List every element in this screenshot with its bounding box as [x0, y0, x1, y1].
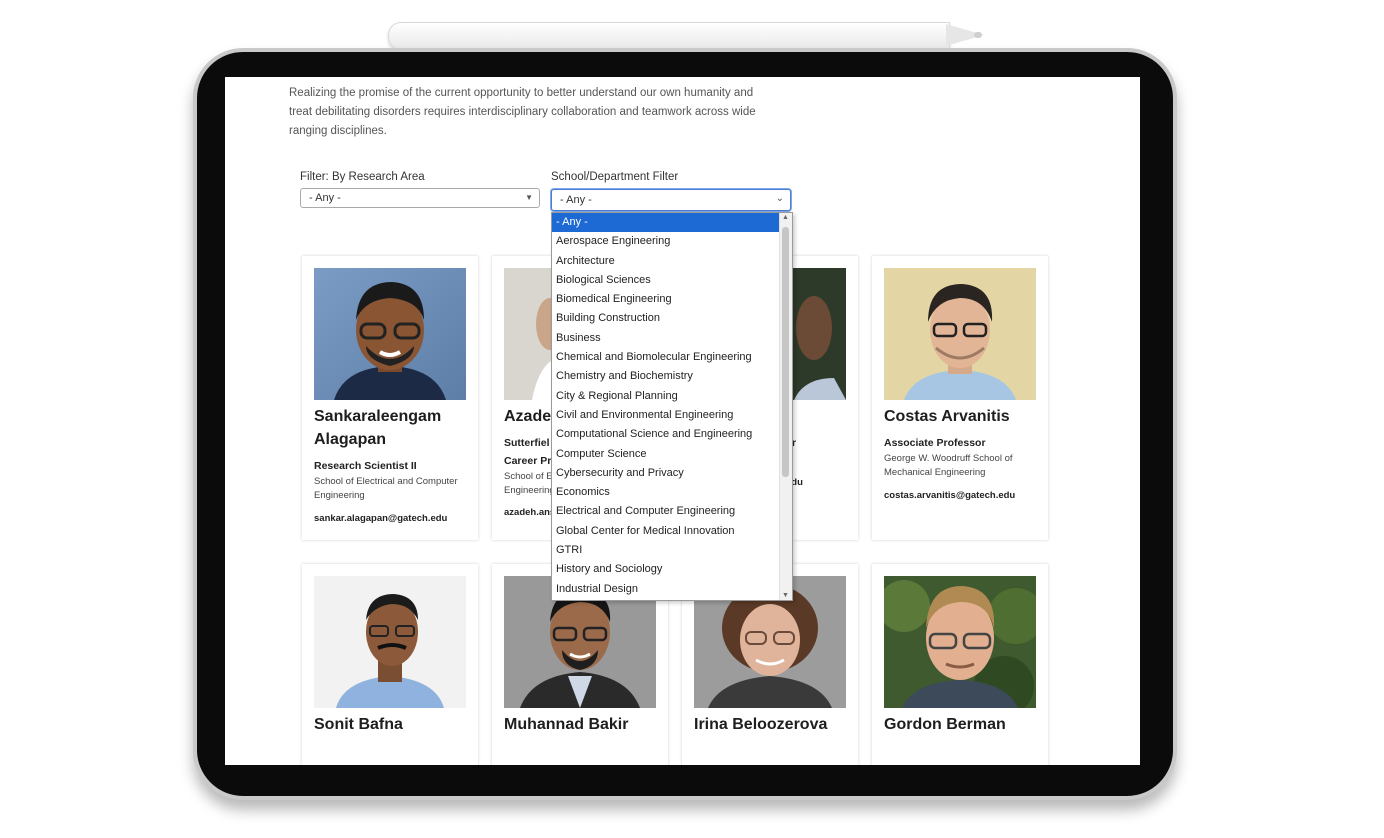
person-name[interactable]: Irina Beloozerova — [694, 713, 827, 736]
person-photo — [314, 576, 466, 708]
dropdown-option[interactable]: Aerospace Engineering — [552, 232, 792, 251]
dropdown-option[interactable]: Global Center for Medical Innovation — [552, 522, 792, 541]
dropdown-option[interactable]: Civil and Environmental Engineering — [552, 406, 792, 425]
dropdown-scrollbar[interactable]: ▲ ▼ — [779, 213, 792, 600]
dropdown-option[interactable]: Economics — [552, 483, 792, 502]
person-title: Research Scientist II — [314, 460, 417, 472]
school-department-value: - Any - — [560, 194, 592, 206]
dropdown-option[interactable]: Biomedical Engineering — [552, 290, 792, 309]
person-photo — [884, 576, 1036, 708]
person-email[interactable]: azadeh.ans — [504, 507, 555, 518]
person-card[interactable]: Sonit Bafna — [302, 564, 478, 765]
research-area-value: - Any - — [309, 192, 341, 204]
tablet-screen: Realizing the promise of the current opp… — [225, 77, 1140, 765]
person-card[interactable]: Sankaraleengam Alagapan Research Scienti… — [302, 256, 478, 540]
dropdown-option[interactable]: - Any - — [552, 213, 792, 233]
person-photo — [314, 268, 466, 400]
person-name[interactable]: Gordon Berman — [884, 713, 1006, 736]
dropdown-option[interactable]: Building Construction — [552, 309, 792, 328]
person-name[interactable]: Sonit Bafna — [314, 713, 403, 736]
dropdown-option[interactable]: Biological Sciences — [552, 271, 792, 290]
scrollbar-thumb[interactable] — [782, 227, 789, 477]
dropdown-option[interactable]: City & Regional Planning — [552, 387, 792, 406]
chevron-down-icon: ⌄ — [775, 193, 784, 204]
dropdown-option[interactable]: History and Sociology — [552, 560, 792, 579]
person-school: George W. Woodruff School of Mechanical E… — [884, 453, 1013, 478]
school-department-dropdown-list[interactable]: - Any - Aerospace Engineering Architecture… — [551, 212, 793, 601]
stylus-pencil — [388, 22, 950, 50]
person-name-line2[interactable]: Alagapan — [314, 428, 386, 451]
dropdown-option[interactable]: Business — [552, 329, 792, 348]
person-photo — [884, 268, 1036, 400]
person-title: Associate Professor — [884, 437, 986, 449]
dropdown-option[interactable]: Chemical and Biomolecular Engineering — [552, 348, 792, 367]
dropdown-option[interactable]: GTRI — [552, 541, 792, 560]
dropdown-option[interactable]: Cybersecurity and Privacy — [552, 464, 792, 483]
stylus-nib — [974, 32, 982, 38]
intro-paragraph: Realizing the promise of the current opp… — [289, 87, 756, 137]
person-card[interactable]: Costas Arvanitis Associate Professor Geo… — [872, 256, 1048, 540]
school-department-select[interactable]: - Any - ⌄ — [551, 189, 791, 211]
dropdown-option[interactable]: Architecture — [552, 252, 792, 271]
person-email[interactable]: sankar.alagapan@gatech.edu — [314, 513, 447, 524]
dropdown-option[interactable]: Electrical and Computer Engineering — [552, 502, 792, 521]
person-name[interactable]: Costas Arvanitis — [884, 405, 1010, 428]
caret-down-icon: ▼ — [525, 193, 533, 202]
person-school: School of Electrical and Computer Enginee… — [314, 476, 458, 501]
school-filter-label: School/Department Filter — [551, 171, 679, 183]
research-area-select[interactable]: - Any - ▼ — [300, 188, 540, 208]
dropdown-option[interactable]: Industrial Design — [552, 580, 792, 599]
scroll-down-arrow-icon[interactable]: ▼ — [782, 592, 789, 599]
person-name[interactable]: Muhannad Bakir — [504, 713, 628, 736]
person-name[interactable]: Sankaraleengam — [314, 405, 441, 428]
dropdown-option[interactable]: Chemistry and Biochemistry — [552, 367, 792, 386]
person-title-line2: Career Pr — [504, 455, 552, 467]
dropdown-option[interactable]: Computational Science and Engineering — [552, 425, 792, 444]
research-filter-label: Filter: By Research Area — [300, 171, 425, 183]
scroll-up-arrow-icon[interactable]: ▲ — [782, 214, 789, 221]
person-title: Sutterfiel — [504, 437, 550, 449]
person-email[interactable]: costas.arvanitis@gatech.edu — [884, 490, 1015, 501]
person-card[interactable]: Gordon Berman — [872, 564, 1048, 765]
dropdown-option[interactable]: Computer Science — [552, 445, 792, 464]
